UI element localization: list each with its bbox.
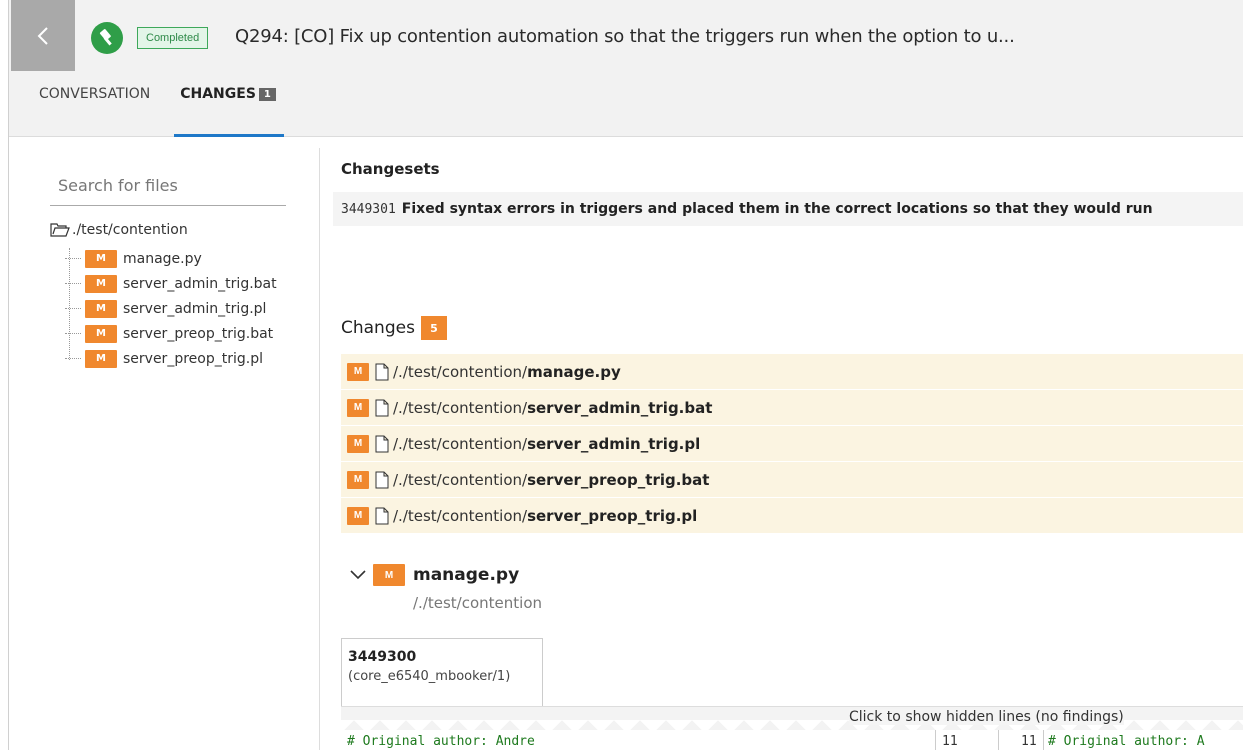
modified-badge: M — [347, 434, 369, 453]
change-row-server-admin-trig-pl[interactable]: M /./test/contention/server_admin_trig.p… — [341, 426, 1243, 462]
changes-count-badge: 5 — [420, 316, 447, 340]
modified-badge: M — [347, 506, 369, 525]
modified-badge: M — [347, 362, 369, 381]
review-page: Completed Q294: [CO] Fix up contention a… — [8, 0, 1243, 750]
modified-badge: M — [347, 470, 369, 489]
modified-badge: M — [85, 249, 117, 268]
tab-changes-label: CHANGES — [180, 86, 256, 102]
tree-root-label: ./test/contention — [72, 222, 188, 238]
file-tree-sidebar: ./test/contention Mmanage.py Mserver_adm… — [9, 148, 320, 750]
change-path: /./test/contention/manage.py — [393, 363, 621, 381]
modified-badge: M — [85, 349, 117, 368]
file-icon — [375, 507, 389, 524]
changes-panel: Changesets 3449301 Fixed syntax errors i… — [333, 148, 1243, 750]
change-dir: /./test/contention/ — [393, 506, 528, 525]
change-filename: server_admin_trig.pl — [527, 434, 701, 453]
modified-badge: M — [85, 299, 117, 318]
line-number-left: 11 — [935, 730, 999, 750]
change-dir: /./test/contention/ — [393, 362, 528, 381]
revision-tab[interactable]: 3449300 (core_e6540_mbooker/1) — [341, 638, 543, 706]
tree-file-label: server_preop_trig.bat — [123, 325, 274, 342]
tab-conversation[interactable]: CONVERSATION — [39, 86, 150, 137]
changes-heading-label: Changes — [341, 318, 415, 338]
change-path: /./test/contention/server_preop_trig.pl — [393, 507, 697, 525]
tree-file-manage-py[interactable]: Mmanage.py — [65, 246, 277, 271]
file-icon — [375, 399, 389, 416]
changesets-heading: Changesets — [341, 160, 440, 178]
changes-heading: Changes 5 — [341, 316, 447, 340]
file-search-input[interactable] — [50, 166, 286, 206]
tree-file-server-admin-trig-bat[interactable]: Mserver_admin_trig.bat — [65, 271, 277, 296]
chevron-down-icon[interactable] — [349, 569, 367, 581]
change-filename: manage.py — [527, 362, 621, 381]
file-icon — [375, 471, 389, 488]
change-row-server-preop-trig-pl[interactable]: M /./test/contention/server_preop_trig.p… — [341, 498, 1243, 534]
modified-badge: M — [85, 274, 117, 293]
change-dir: /./test/contention/ — [393, 470, 528, 489]
file-diff-header[interactable]: M manage.py — [349, 564, 519, 586]
tab-bar: CONVERSATION CHANGES 1 — [39, 86, 284, 137]
tree-file-label: manage.py — [123, 250, 202, 267]
change-path: /./test/contention/server_admin_trig.bat — [393, 399, 712, 417]
revision-workspace: (core_e6540_mbooker/1) — [348, 669, 511, 684]
tab-conversation-label: CONVERSATION — [39, 86, 151, 102]
tree-file-label: server_preop_trig.pl — [123, 350, 263, 367]
tab-changes-count: 1 — [258, 88, 276, 101]
back-button[interactable] — [11, 0, 75, 71]
review-approved-icon — [91, 22, 123, 54]
change-dir: /./test/contention/ — [393, 398, 528, 417]
code-left: # Original author: Andre — [347, 734, 535, 749]
change-path: /./test/contention/server_admin_trig.pl — [393, 435, 700, 453]
change-filename: server_admin_trig.bat — [527, 398, 713, 417]
changeset-row[interactable]: 3449301 Fixed syntax errors in triggers … — [333, 192, 1243, 226]
changeset-id[interactable]: 3449301 — [341, 202, 396, 217]
show-hidden-lines-link[interactable]: Click to show hidden lines (no findings) — [849, 709, 1124, 725]
tree-file-label: server_admin_trig.pl — [123, 300, 267, 317]
folder-open-icon — [50, 223, 70, 237]
modified-badge: M — [85, 324, 117, 343]
tree-file-server-preop-trig-pl[interactable]: Mserver_preop_trig.pl — [65, 346, 277, 371]
change-filename: server_preop_trig.pl — [527, 506, 698, 525]
change-row-manage-py[interactable]: M /./test/contention/manage.py — [341, 354, 1243, 390]
diff-file-name: manage.py — [413, 565, 520, 585]
status-badge: Completed — [137, 27, 209, 49]
line-number-right: 11 — [1021, 734, 1037, 749]
modified-badge: M — [347, 398, 369, 417]
chevron-left-icon — [37, 26, 48, 45]
change-list: M /./test/contention/manage.py M /./test… — [341, 354, 1243, 534]
revision-number: 3449300 — [348, 649, 417, 665]
review-header: Completed Q294: [CO] Fix up contention a… — [9, 0, 1243, 137]
file-icon — [375, 363, 389, 380]
modified-badge: M — [373, 564, 405, 586]
change-row-server-admin-trig-bat[interactable]: M /./test/contention/server_admin_trig.b… — [341, 390, 1243, 426]
tree-root-folder[interactable]: ./test/contention — [50, 222, 188, 238]
changeset-description: Fixed syntax errors in triggers and plac… — [401, 201, 1153, 217]
change-filename: server_preop_trig.bat — [527, 470, 710, 489]
diff-code-row: # Original author: Andre 11 11 # Origina… — [341, 730, 1243, 750]
tree-file-server-preop-trig-bat[interactable]: Mserver_preop_trig.bat — [65, 321, 277, 346]
tab-changes[interactable]: CHANGES 1 — [174, 86, 284, 137]
diff-file-dir: /./test/contention — [413, 594, 543, 612]
file-tree-list: Mmanage.py Mserver_admin_trig.bat Mserve… — [65, 246, 277, 371]
change-dir: /./test/contention/ — [393, 434, 528, 453]
change-path: /./test/contention/server_preop_trig.bat — [393, 471, 709, 489]
tree-file-server-admin-trig-pl[interactable]: Mserver_admin_trig.pl — [65, 296, 277, 321]
page-title: Q294: [CO] Fix up contention automation … — [235, 26, 1015, 47]
change-row-server-preop-trig-bat[interactable]: M /./test/contention/server_preop_trig.b… — [341, 462, 1243, 498]
file-icon — [375, 435, 389, 452]
tree-file-label: server_admin_trig.bat — [123, 275, 277, 292]
code-right: # Original author: A — [1043, 730, 1205, 750]
